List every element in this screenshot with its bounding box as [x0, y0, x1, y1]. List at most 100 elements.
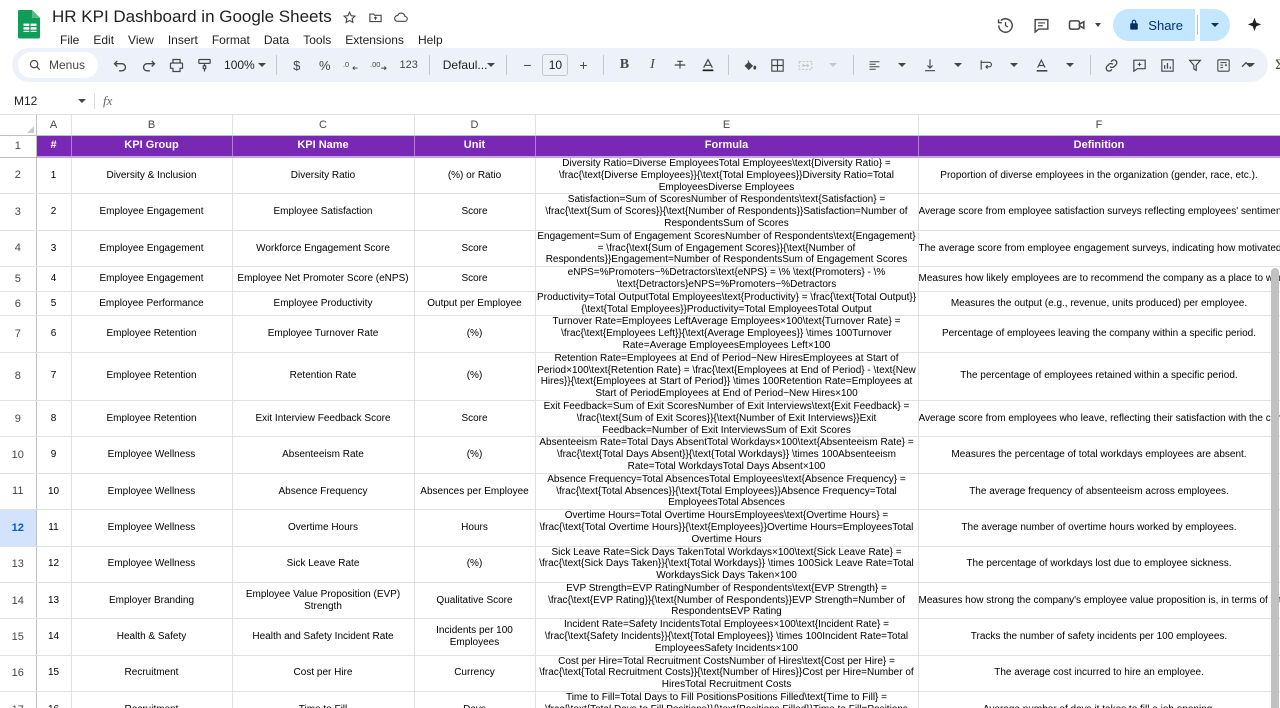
cell-definition[interactable]: The percentage of workdays lost due to e… [918, 546, 1280, 583]
formula-input[interactable] [122, 87, 1280, 114]
cell-unit[interactable]: Score [414, 193, 536, 231]
table-row[interactable]: 12 11 Employee Wellness Overtime Hours Hours… [0, 509, 1280, 547]
cell-kpi-name[interactable]: Employee Satisfaction [232, 193, 415, 231]
cell-definition[interactable]: The average score from employee engageme… [918, 230, 1280, 268]
cell-definition[interactable]: Measures the percentage of total workday… [918, 436, 1280, 474]
cell-kpi-group[interactable]: Employee Engagement [71, 266, 233, 292]
print-icon[interactable] [162, 51, 190, 79]
table-row[interactable]: 1716RecruitmentTime to FillDaysTime to F… [0, 691, 1280, 708]
cell-formula[interactable]: Productivity=Total OutputTotal Employees… [535, 291, 919, 317]
cell-definition[interactable]: Measures how strong the company's employ… [918, 582, 1280, 620]
cell-number[interactable]: 4 [36, 266, 72, 292]
cell-unit[interactable]: Score [414, 230, 536, 268]
table-row[interactable]: 8 7 Employee Retention Retention Rate (%) Ret… [0, 352, 1280, 401]
cell-number[interactable]: 11 [36, 509, 72, 547]
cell-unit[interactable]: (%) [414, 546, 536, 583]
text-wrap-icon[interactable] [972, 51, 1000, 79]
cell-kpi-name[interactable]: Retention Rate [232, 352, 415, 401]
cell-formula[interactable]: Engagement=Sum of Engagement ScoresNumbe… [535, 230, 919, 268]
cell-kpi-group[interactable]: Employee Retention [71, 352, 233, 401]
halign-chevron-down-icon[interactable] [888, 51, 916, 79]
cell-number[interactable]: 12 [36, 546, 72, 583]
star-icon[interactable] [341, 9, 358, 26]
cell-formula[interactable]: Retention Rate=Employees at End of Perio… [535, 352, 919, 401]
valign-chevron-down-icon[interactable] [944, 51, 972, 79]
column-header-d[interactable]: D [414, 115, 536, 136]
cell-definition[interactable]: Tracks the number of safety incidents pe… [918, 618, 1280, 656]
cell-kpi-group[interactable]: Employee Wellness [71, 473, 233, 511]
row-header-3[interactable]: 3 [0, 193, 37, 231]
menus-search-button[interactable]: Menus [18, 52, 99, 78]
cell-kpi-name[interactable]: Employee Turnover Rate [232, 315, 415, 353]
column-header-f[interactable]: F [918, 115, 1280, 136]
cell-kpi-name[interactable]: Employee Productivity [232, 291, 415, 317]
cell-kpi-group[interactable]: Employee Performance [71, 291, 233, 317]
insert-link-icon[interactable] [1097, 51, 1125, 79]
cell-kpi-name[interactable]: Time to Fill [232, 691, 415, 708]
cell-kpi-group[interactable]: Recruitment [71, 691, 233, 708]
row-header-13[interactable]: 13 [0, 546, 37, 583]
cell-unit[interactable]: Incidents per 100 Employees [414, 618, 536, 656]
row-header-11[interactable]: 11 [0, 473, 37, 511]
cell-kpi-group[interactable]: Health & Safety [71, 618, 233, 656]
cell-formula[interactable]: Sick Leave Rate=Sick Days TakenTotal Wor… [535, 546, 919, 583]
fill-color-icon[interactable] [735, 51, 763, 79]
cell-unit[interactable]: Score [414, 400, 536, 438]
table-row[interactable]: 3 2 Employee Engagement Employee Satisfacti… [0, 193, 1280, 231]
cell-unit[interactable]: (%) [414, 352, 536, 401]
header-cell-kpi-name[interactable]: KPI Name [232, 135, 415, 158]
cell-number[interactable]: 9 [36, 436, 72, 474]
table-row[interactable]: 15 14 Health & Safety Health and Safety Inc… [0, 618, 1280, 656]
header-cell-unit[interactable]: Unit [414, 135, 536, 158]
cell-number[interactable]: 8 [36, 400, 72, 438]
select-all-corner[interactable] [0, 115, 37, 136]
meet-call-group[interactable] [1060, 8, 1105, 42]
cell-unit[interactable]: (%) [414, 315, 536, 353]
cell-kpi-name[interactable]: Absence Frequency [232, 473, 415, 511]
cell-number[interactable]: 7 [36, 352, 72, 401]
more-formats-button[interactable]: 123 [395, 51, 423, 79]
move-to-folder-icon[interactable] [367, 9, 384, 26]
decrease-decimal-button[interactable]: .0 [339, 51, 367, 79]
cell-unit[interactable]: Hours [414, 509, 536, 547]
cell-kpi-group[interactable]: Employee Retention [71, 400, 233, 438]
header-cell-definition[interactable]: Definition [918, 135, 1280, 158]
row-header-8[interactable]: 8 [0, 352, 37, 401]
cell-definition[interactable]: Average score from employees who leave, … [918, 400, 1280, 438]
cell-kpi-name[interactable]: Absenteeism Rate [232, 436, 415, 474]
row-header-2[interactable]: 2 [0, 157, 37, 195]
currency-format-button[interactable]: $ [283, 51, 311, 79]
cell-unit[interactable]: Qualitative Score [414, 582, 536, 620]
table-row[interactable]: 16 15 Recruitment Cost per Hire Currency Cost… [0, 655, 1280, 693]
strikethrough-icon[interactable] [666, 51, 694, 79]
cell-number[interactable]: 10 [36, 473, 72, 511]
header-cell-kpi-group[interactable]: KPI Group [71, 135, 233, 158]
cell-definition[interactable]: The percentage of employees retained wit… [918, 352, 1280, 401]
cell-formula[interactable]: Cost per Hire=Total Recruitment CostsNum… [535, 655, 919, 693]
name-box[interactable]: M12 [4, 90, 92, 112]
cell-kpi-group[interactable]: Employer Branding [71, 582, 233, 620]
cloud-saved-icon[interactable] [393, 9, 410, 26]
text-rotation-icon[interactable] [1028, 51, 1056, 79]
cell-unit[interactable]: Score [414, 266, 536, 292]
cell-kpi-name[interactable]: Diversity Ratio [232, 157, 415, 195]
cell-kpi-group[interactable]: Employee Wellness [71, 436, 233, 474]
google-sheets-icon[interactable] [16, 9, 44, 39]
cell-kpi-group[interactable]: Employee Engagement [71, 193, 233, 231]
cell-unit[interactable]: Absences per Employee [414, 473, 536, 511]
vertical-scrollbar[interactable]: ▲ ▼ [1269, 246, 1280, 708]
cell-definition[interactable]: Average score from employee satisfaction… [918, 193, 1280, 231]
table-row[interactable]: 9 8 Employee Retention Exit Interview Feedb… [0, 400, 1280, 438]
cell-formula[interactable]: Diversity Ratio=Diverse EmployeesTotal E… [535, 157, 919, 195]
table-row[interactable]: 11 10 Employee Wellness Absence Frequency Ab… [0, 473, 1280, 511]
zoom-selector[interactable]: 100% [218, 51, 270, 79]
cell-number[interactable]: 5 [36, 291, 72, 317]
horizontal-align-icon[interactable] [860, 51, 888, 79]
share-chevron-down-icon[interactable] [1200, 9, 1230, 41]
row-header-1[interactable]: 1 [0, 135, 37, 158]
cell-formula[interactable]: Satisfaction=Sum of ScoresNumber of Resp… [535, 193, 919, 231]
cell-kpi-name[interactable]: Workforce Engagement Score [232, 230, 415, 268]
cell-kpi-name[interactable]: Employee Net Promoter Score (eNPS) [232, 266, 415, 292]
cell-definition[interactable]: The average cost incurred to hire an emp… [918, 655, 1280, 693]
cell-kpi-group[interactable]: Recruitment [71, 655, 233, 693]
